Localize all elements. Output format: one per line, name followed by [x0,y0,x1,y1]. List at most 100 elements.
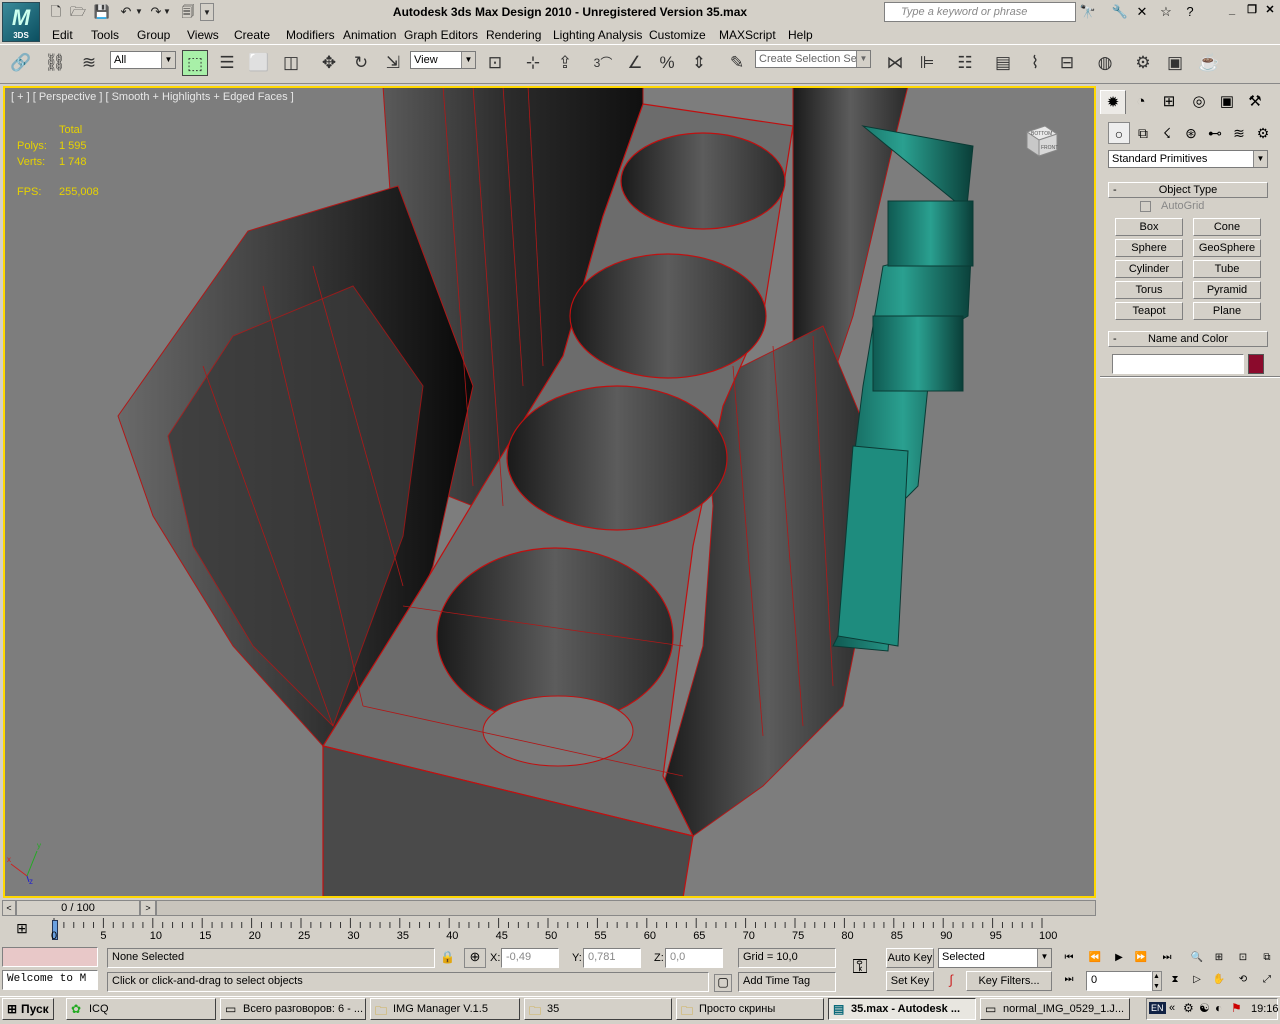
redo-dropdown-icon[interactable]: ▼ [162,3,172,21]
set-key-button[interactable]: Set Key [886,971,934,991]
help-icon[interactable]: ? [1180,3,1200,21]
close-window-icon[interactable]: ✕ [1262,3,1278,19]
auto-key-button[interactable]: Auto Key [886,948,934,968]
name-and-color-rollout[interactable]: - Name and Color [1108,331,1268,347]
y-coord-input[interactable]: 0,781 [583,948,641,968]
pyramid-button[interactable]: Pyramid [1193,281,1261,299]
render-production-icon[interactable]: ☕ [1196,50,1222,76]
select-by-name-icon[interactable]: ☰ [214,50,240,76]
create-tab-sun-icon[interactable]: ✹ [1100,90,1126,114]
bind-to-space-warp-icon[interactable]: ≋ [76,50,102,76]
shapes-category-icon[interactable]: ⧉ [1132,122,1154,144]
menu-create[interactable]: Create [234,28,270,42]
plane-button[interactable]: Plane [1193,302,1261,320]
spinner-snap-icon[interactable]: ⇕ [686,50,712,76]
network-tray-icon[interactable]: ⚙ [1183,1001,1194,1015]
material-editor-icon[interactable]: ◍ [1092,50,1118,76]
unlink-selection-icon[interactable]: ⛓ [42,50,68,76]
angle-snap-icon[interactable]: ∠ [622,50,648,76]
taskbar-item-chat[interactable]: ▭ Всего разговоров: 6 - ... [220,998,366,1020]
save-file-icon[interactable]: 💾 [92,3,112,21]
autogrid-checkbox-row[interactable]: AutoGrid [1140,200,1204,212]
app-tray-icon[interactable]: ⚑ [1231,1001,1242,1015]
go-to-end-icon[interactable]: ⏭ [1158,950,1176,966]
pivot-center-icon[interactable]: ⊡ [482,50,508,76]
menu-animation[interactable]: Animation [343,28,396,42]
set-key-key-icon[interactable]: ⚿ [844,956,876,982]
object-type-rollout[interactable]: - Object Type [1108,182,1268,198]
taskbar-item-icq[interactable]: ✿ ICQ [66,998,216,1020]
align-icon[interactable]: ⊫ [914,50,940,76]
menu-tools[interactable]: Tools [91,28,119,42]
menu-group[interactable]: Group [137,28,170,42]
select-object-icon[interactable]: ⬚ [182,50,208,76]
keyboard-shortcut-override-icon[interactable]: ⇪ [552,50,578,76]
menu-edit[interactable]: Edit [52,28,73,42]
percent-snap-icon[interactable]: % [654,50,680,76]
pan-view-hand-icon[interactable]: ✋ [1210,972,1228,988]
space-warps-category-icon[interactable]: ≋ [1228,122,1250,144]
zoom-extents-icon[interactable]: ⊡ [1234,950,1252,966]
modify-tab-icon[interactable]: ◔ [1128,90,1154,114]
x-coord-input[interactable]: -0,49 [501,948,559,968]
object-name-field[interactable] [1112,354,1244,374]
mirror-icon[interactable]: ⋈ [882,50,908,76]
undo-icon[interactable]: ↶ [116,3,136,21]
taskbar-item-3dsmax[interactable]: ▤ 35.max - Autodesk ... [828,998,976,1020]
time-configuration-icon[interactable]: ⧗ [1166,972,1184,988]
menu-customize[interactable]: Customize [649,28,706,42]
utilities-tab-hammer-icon[interactable]: ⚒ [1242,90,1268,114]
layer-manager-icon[interactable]: ☷ [952,50,978,76]
add-time-tag-button[interactable]: Add Time Tag [738,972,836,992]
zoom-icon[interactable]: 🔍 [1188,950,1206,966]
start-button[interactable]: ⊞ Пуск [2,998,54,1020]
antivirus-tray-icon[interactable]: ☯ [1199,1001,1210,1015]
frame-spinner-icon[interactable]: ▲ ▼ [1152,971,1162,991]
named-selection-sets-dropdown[interactable]: Create Selection Se ▼ [755,50,871,68]
field-of-view-icon[interactable]: ▷ [1188,972,1206,988]
cameras-category-icon[interactable]: ⊛ [1180,122,1202,144]
next-frame-icon[interactable]: ⏩ [1132,950,1150,966]
communication-center-icon[interactable]: ✕ [1132,3,1152,21]
reference-coordinate-dropdown[interactable]: View ▼ [410,51,476,69]
zoom-all-icon[interactable]: ⊞ [1210,950,1228,966]
zoom-extents-all-icon[interactable]: ⧉ [1258,950,1276,966]
subscription-center-icon[interactable]: 🔧 [1110,3,1130,21]
language-indicator[interactable]: EN [1149,1002,1166,1014]
undo-dropdown-icon[interactable]: ▼ [134,3,144,21]
time-slider-next-icon[interactable]: > [140,900,156,916]
cone-button[interactable]: Cone [1193,218,1261,236]
taskbar-item-folder-35[interactable]: 🗀 35 [524,998,672,1020]
select-and-rotate-icon[interactable]: ↻ [348,50,374,76]
menu-help[interactable]: Help [788,28,813,42]
time-slider-track[interactable] [156,900,1096,916]
primitive-category-dropdown[interactable]: Standard Primitives ▼ [1108,150,1268,168]
current-frame-input[interactable]: 0 [1086,971,1152,991]
maximize-viewport-icon[interactable]: ⤢ [1258,972,1276,988]
taskbar-item-image-viewer[interactable]: ▭ normal_IMG_0529_1.J... [980,998,1130,1020]
keyword-search-input[interactable]: Type a keyword or phrase [884,2,1076,22]
new-file-icon[interactable]: 🗋 [46,3,66,21]
lights-category-icon[interactable]: ☇ [1156,122,1178,144]
selection-filter-dropdown[interactable]: All ▼ [110,51,176,69]
app-logo-button[interactable]: M 3DS [2,2,40,42]
previous-frame-icon[interactable]: ⏪ [1086,950,1104,966]
display-tab-icon[interactable]: ▣ [1214,90,1240,114]
viewcube[interactable]: BOTTOM FRONT [1023,122,1059,158]
schematic-view-icon[interactable]: ⊟ [1054,50,1080,76]
select-and-link-icon[interactable]: 🔗 [8,50,34,76]
maxscript-mini-listener[interactable]: Welcome to M [2,970,98,990]
snaps-toggle-icon[interactable]: 3⌒ [590,50,616,76]
quick-access-dropdown-icon[interactable]: ▼ [200,3,214,21]
window-crossing-icon[interactable]: ◫ [278,50,304,76]
play-icon[interactable]: ▶ [1110,950,1128,966]
object-color-swatch[interactable] [1248,354,1264,374]
perspective-viewport[interactable]: [ + ] [ Perspective ] [ Smooth + Highlig… [3,86,1096,898]
taskbar-item-img-manager[interactable]: 🗀 IMG Manager V.1.5 [370,998,520,1020]
teapot-button[interactable]: Teapot [1115,302,1183,320]
viewport-label[interactable]: [ + ] [ Perspective ] [ Smooth + Highlig… [11,91,294,103]
sphere-button[interactable]: Sphere [1115,239,1183,257]
systems-category-icon[interactable]: ⚙ [1252,122,1274,144]
menu-rendering[interactable]: Rendering [486,28,541,42]
menu-graph-editors[interactable]: Graph Editors [404,28,478,42]
